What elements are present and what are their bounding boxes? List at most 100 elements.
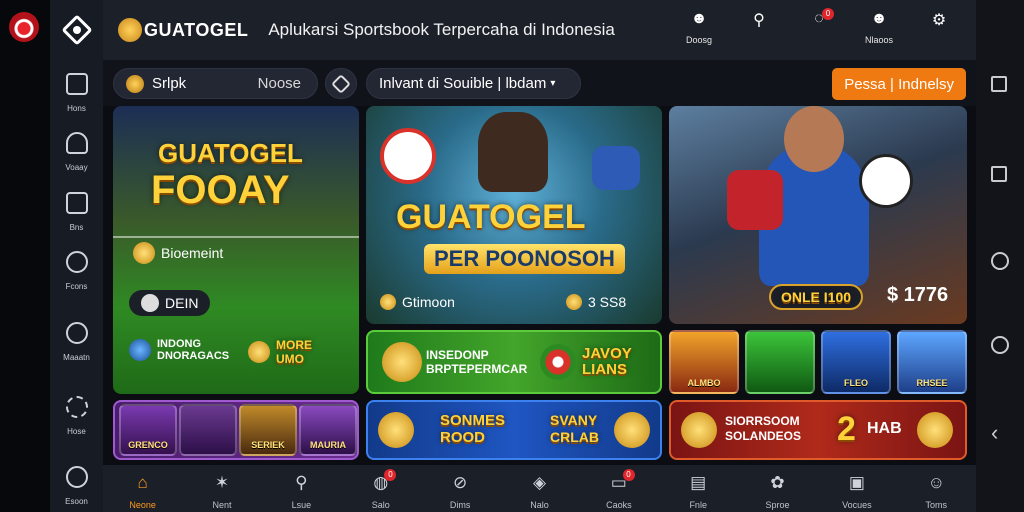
banner-left-title: GUATOGEL — [158, 138, 303, 168]
filter-bar: Srlpk Noose Inlvant di Souible | lbdam ▾… — [103, 60, 976, 106]
sidebar-item-2[interactable]: Bns — [50, 192, 103, 235]
game-tile[interactable]: FLEO — [821, 330, 891, 394]
target-icon — [129, 339, 151, 361]
square-icon[interactable] — [991, 76, 1007, 92]
nav-label: Nalo — [530, 500, 549, 510]
back-arrow-icon[interactable]: ‹ — [991, 420, 998, 446]
game-tile[interactable] — [745, 330, 815, 394]
coin-icon — [917, 412, 953, 448]
bottom-nav-item[interactable]: ⊘ Dims — [420, 465, 499, 512]
sidebar-label: Fcons — [65, 282, 88, 291]
bottom-nav-item[interactable]: ☺ Toms — [897, 465, 976, 512]
banner-center-stat2: 3 SS8 — [566, 294, 626, 310]
left-sidebar: Hons Voaay Bns Fcons Maaatn Hose Esoon — [50, 0, 103, 512]
pin-icon: ◈ — [532, 473, 547, 492]
coin-icon — [378, 412, 414, 448]
chevron-down-icon: ▾ — [550, 78, 556, 89]
circle-icon — [65, 466, 88, 488]
bottom-nav-item[interactable]: ⚲ Lsue — [262, 465, 341, 512]
game-label: RHSEE — [916, 378, 948, 388]
tag-icon — [331, 73, 351, 94]
banner-left[interactable]: GUATOGEL FOOAY Bioemeint DEIN INDONG DNO… — [113, 106, 359, 394]
sidebar-item-4[interactable]: Maaatn — [50, 322, 103, 365]
notification-badge: 0 — [622, 469, 635, 481]
sidebar-label: Maaatn — [63, 353, 90, 362]
banner-center-subtitle: PER POONOSOH — [424, 244, 625, 274]
menu-diamond-icon[interactable] — [60, 14, 93, 46]
category-dropdown[interactable]: Inlvant di Souible | lbdam ▾ — [366, 68, 581, 99]
ball-icon — [859, 154, 913, 208]
game-tile[interactable]: GRENCO — [119, 404, 177, 456]
bottom-nav: ⌂ Neone ✶ Nent ⚲ Lsue ◍ 0 Salo ⊘ Dims ◈ Nalo ▭ 0… — [103, 465, 976, 512]
user-group-icon: ☻ — [870, 10, 888, 27]
square-icon[interactable] — [991, 166, 1007, 182]
game-tile[interactable]: SERIEK — [239, 404, 297, 456]
header-search[interactable]: ⚲ — [742, 10, 776, 48]
bottom-nav-item[interactable]: ◍ 0 Salo — [341, 465, 420, 512]
nav-label: Toms — [925, 500, 948, 510]
game-tile[interactable]: ALMBO — [669, 330, 739, 394]
bottom-nav-item[interactable]: ▭ 0 Caoks — [579, 465, 658, 512]
bottom-nav-item[interactable]: ◈ Nalo — [500, 465, 579, 512]
nav-label: Salo — [371, 500, 390, 510]
sidebar-item-6[interactable]: Esoon — [50, 466, 103, 509]
user-icon: ☺ — [927, 473, 945, 492]
app-logo-icon[interactable] — [9, 12, 39, 42]
person-icon: ☻ — [690, 10, 708, 27]
settings-icon: ⚙ — [931, 12, 947, 29]
cta-button[interactable]: Pessa | Indnelsy — [832, 68, 966, 100]
game-tile[interactable]: MAURIA — [299, 404, 357, 456]
circle-icon[interactable] — [991, 252, 1009, 270]
banner-center[interactable]: GUATOGEL PER POONOSOH Gtimoon 3 SS8 — [366, 106, 662, 324]
search-icon: ⚲ — [295, 473, 308, 492]
glove-icon — [592, 146, 640, 190]
notification-badge: 0 — [822, 8, 834, 20]
sidebar-item-1[interactable]: Voaay — [50, 132, 103, 175]
document-icon: ▤ — [690, 473, 707, 492]
game-label: ALMBO — [687, 378, 721, 388]
banner-left-promo-a: INDONG DNORAGACS — [129, 338, 230, 362]
game-label: SERIEK — [251, 440, 285, 450]
bottom-nav-item[interactable]: ✿ Sproe — [738, 465, 817, 512]
header-chat[interactable]: ◌ 0 — [802, 8, 836, 48]
header-label: Nlaoos — [864, 35, 893, 45]
right-strip: ‹ — [976, 0, 1024, 512]
promo-text: INDONG DNORAGACS — [157, 338, 230, 362]
sidebar-label: Esoon — [65, 497, 88, 506]
sidebar-item-0[interactable]: Hons — [50, 73, 103, 116]
system-strip — [0, 0, 50, 512]
sidebar-label: Hons — [67, 104, 86, 113]
header-person[interactable]: ☻ Doosg — [682, 10, 716, 48]
banner-right-button[interactable]: ONLE I100 — [769, 284, 864, 310]
soccer-icon: ✶ — [214, 473, 230, 492]
bottom-nav-home[interactable]: ⌂ Neone — [103, 465, 182, 512]
target-icon — [540, 344, 576, 380]
header-settings[interactable]: ⚙ — [922, 10, 956, 48]
game-tile[interactable]: RHSEE — [897, 330, 967, 394]
game-label: FLEO — [844, 378, 868, 388]
bottom-nav-item[interactable]: ✶ Nent — [182, 465, 261, 512]
brand[interactable]: GUATOGEL — [118, 18, 248, 42]
nav-label: Sproe — [765, 500, 790, 510]
player-silhouette — [478, 112, 548, 192]
circle-icon[interactable] — [991, 336, 1009, 354]
brand-name: GUATOGEL — [144, 19, 249, 40]
trophy-icon — [65, 132, 88, 154]
filter-toggle-button[interactable] — [325, 68, 357, 99]
promo-center-bottom[interactable]: SONMES ROOD SVANY CRLAB — [366, 400, 662, 460]
banner-left-chip2[interactable]: DEIN — [129, 290, 211, 316]
search-input[interactable]: Srlpk Noose — [113, 68, 318, 99]
nav-label: Dims — [449, 500, 471, 510]
promo-text: SVANY CRLAB — [550, 412, 599, 445]
banner-right[interactable]: ONLE I100 $ 1776 — [669, 106, 967, 324]
promo-center-mid[interactable]: INSEDONP BRPTEPERMCAR JAVOY LIANS — [366, 330, 662, 394]
header-users[interactable]: ☻ Nlaoos — [862, 10, 896, 48]
game-tile[interactable] — [179, 404, 237, 456]
sidebar-item-5[interactable]: Hose — [50, 396, 103, 439]
nav-label: Caoks — [606, 500, 632, 510]
bottom-nav-item[interactable]: ▣ Vocues — [817, 465, 896, 512]
promo-right-bottom[interactable]: SIORRSOOM SOLANDEOS 2 HAB — [669, 400, 967, 460]
nav-label: Lsue — [291, 500, 312, 510]
bottom-nav-item[interactable]: ▤ Fnle — [659, 465, 738, 512]
sidebar-item-3[interactable]: Fcons — [50, 251, 103, 294]
